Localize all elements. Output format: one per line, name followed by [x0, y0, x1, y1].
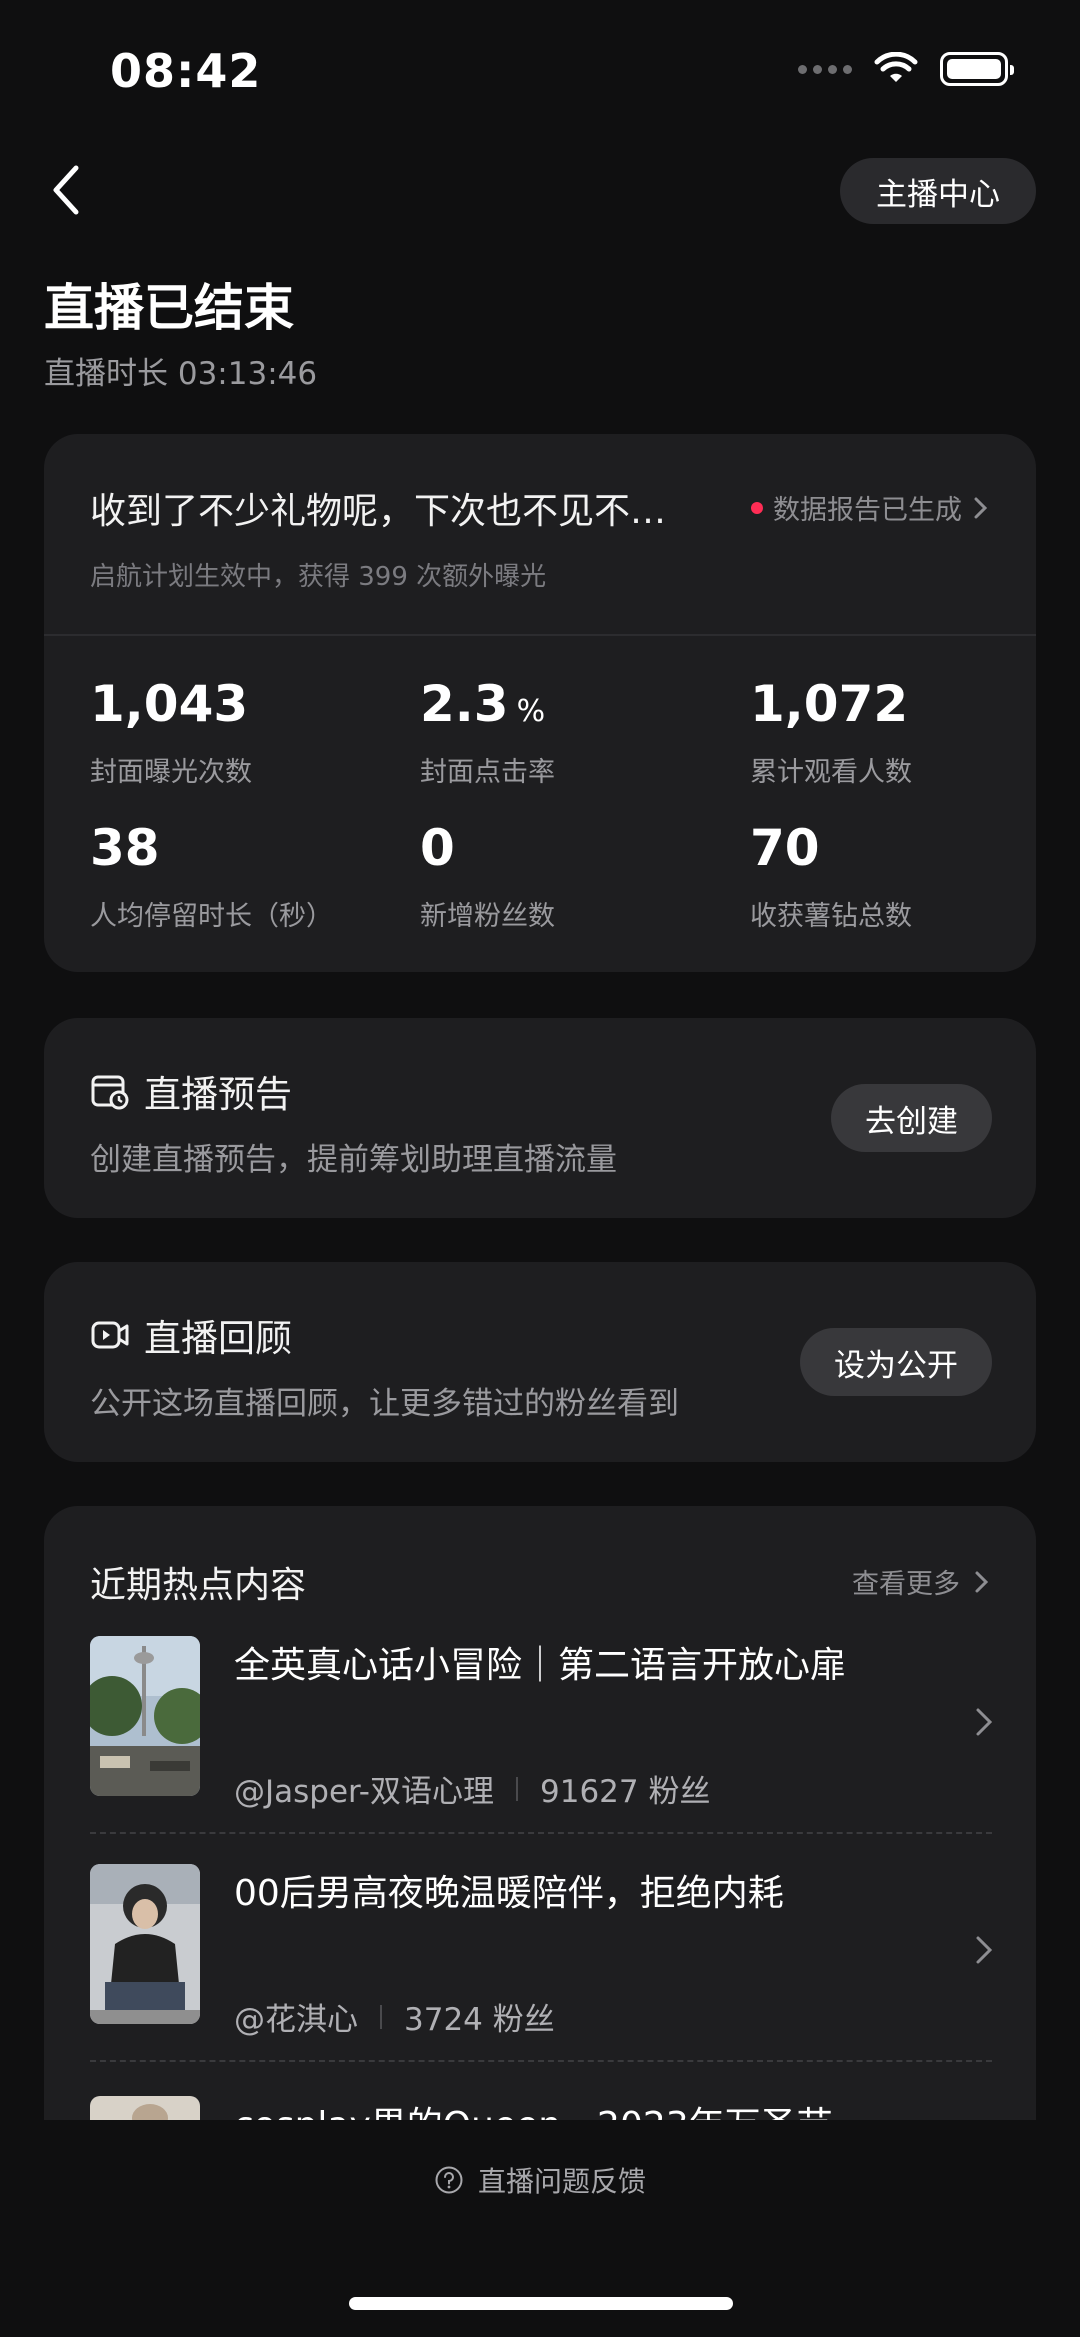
- metric-value: 1,072: [750, 675, 909, 733]
- metric-label: 新增粉丝数: [420, 901, 555, 932]
- stats-headline: 收到了不少礼物呢，下次也不见不…: [90, 491, 667, 532]
- hot-item-fans: 3724 粉丝: [404, 2002, 555, 2038]
- item-divider: [90, 1832, 992, 1834]
- metric-total-viewers: 1,072 累计观看人数: [750, 674, 1050, 789]
- data-report-label: 数据报告已生成: [773, 495, 962, 526]
- hot-content-item[interactable]: cosplay男的Queen，2023年万圣节一: [90, 2096, 990, 2120]
- chevron-right-icon: [976, 1708, 993, 1736]
- metric-value: 70: [750, 819, 820, 877]
- feedback-label: 直播问题反馈: [477, 2165, 646, 2198]
- question-circle-icon: [435, 2166, 463, 2194]
- metric-value: 1,043: [90, 675, 249, 733]
- metric-cover-ctr: 2.3% 封面点击率: [420, 674, 720, 789]
- view-more-link[interactable]: 查看更多: [852, 1562, 992, 1601]
- hot-item-title: cosplay男的Queen，2023年万圣节一: [234, 2096, 869, 2120]
- stats-card: 收到了不少礼物呢，下次也不见不… 数据报告已生成 启航计划生效中，获得 399 …: [44, 434, 1036, 972]
- hot-content-card: 近期热点内容 查看更多 全英真心话小冒险｜第二语言开放心扉 @Jasper-双语…: [44, 1506, 1036, 2120]
- back-button[interactable]: [44, 160, 88, 220]
- live-duration: 直播时长 03:13:46: [44, 356, 318, 392]
- cellular-signal-icon: [798, 64, 852, 74]
- metric-diamonds: 70 收获薯钻总数: [750, 818, 1050, 933]
- tower-thumbnail: [90, 1636, 200, 1796]
- screen: 08:42 主播中心 直播已结束 直播时长 03:13:46 收到了不少礼物呢，…: [0, 0, 1080, 2337]
- feedback-link[interactable]: 直播问题反馈: [0, 2160, 1080, 2200]
- metric-label: 封面点击率: [420, 757, 555, 788]
- divider: [44, 634, 1036, 636]
- chevron-right-icon: [976, 1936, 993, 1964]
- meta-separator: [380, 2004, 382, 2029]
- stats-subtext: 启航计划生效中，获得 399 次额外曝光: [90, 562, 547, 592]
- wifi-icon: [874, 52, 918, 82]
- hot-content-title: 近期热点内容: [90, 1565, 307, 1606]
- hot-item-title: 全英真心话小冒险｜第二语言开放心扉: [234, 1645, 847, 1686]
- metric-label: 收获薯钻总数: [750, 901, 912, 932]
- home-indicator[interactable]: [349, 2297, 733, 2310]
- portrait-thumbnail: [90, 1864, 200, 2024]
- chevron-right-icon: [974, 497, 988, 518]
- hot-item-title: 00后男高夜晚温暖陪伴，拒绝内耗: [234, 1873, 784, 1914]
- hot-item-author: @Jasper-双语心理: [234, 1774, 494, 1810]
- metric-unit: %: [516, 694, 546, 729]
- meta-separator: [516, 1776, 518, 1801]
- live-replay-title: 直播回顾: [144, 1317, 292, 1360]
- cosplay-thumbnail: [90, 2096, 200, 2120]
- live-replay-description: 公开这场直播回顾，让更多错过的粉丝看到: [90, 1386, 679, 1422]
- live-preview-card: 直播预告 创建直播预告，提前筹划助理直播流量 去创建: [44, 1018, 1036, 1218]
- metric-value: 38: [90, 819, 160, 877]
- set-public-button[interactable]: 设为公开: [800, 1328, 992, 1396]
- metric-avg-stay: 38 人均停留时长（秒）: [90, 818, 390, 933]
- data-report-link[interactable]: 数据报告已生成: [751, 488, 992, 527]
- create-preview-button[interactable]: 去创建: [831, 1084, 992, 1152]
- metric-value: 2.3: [420, 675, 509, 733]
- metric-label: 封面曝光次数: [90, 757, 252, 788]
- hot-item-fans: 91627 粉丝: [540, 1774, 711, 1810]
- metric-label: 累计观看人数: [750, 757, 912, 788]
- chevron-right-icon: [975, 1571, 989, 1592]
- live-replay-card: 直播回顾 公开这场直播回顾，让更多错过的粉丝看到 设为公开: [44, 1262, 1036, 1462]
- live-preview-title: 直播预告: [144, 1073, 292, 1116]
- view-more-label: 查看更多: [852, 1569, 960, 1600]
- video-replay-icon: [91, 1321, 129, 1349]
- battery-icon: [940, 52, 1014, 86]
- status-icons: [798, 52, 1014, 86]
- metric-cover-impressions: 1,043 封面曝光次数: [90, 674, 390, 789]
- calendar-clock-icon: [91, 1075, 129, 1110]
- hot-content-item[interactable]: 全英真心话小冒险｜第二语言开放心扉 @Jasper-双语心理 91627 粉丝: [90, 1636, 993, 1856]
- metric-new-fans: 0 新增粉丝数: [420, 818, 720, 933]
- hot-item-author: @花淇心: [234, 2002, 358, 2038]
- page-title: 直播已结束: [44, 279, 294, 337]
- anchor-center-button[interactable]: 主播中心: [840, 158, 1036, 224]
- red-dot-icon: [751, 501, 763, 514]
- metric-label: 人均停留时长（秒）: [90, 901, 333, 932]
- item-divider: [90, 2060, 992, 2062]
- hot-content-item[interactable]: 00后男高夜晚温暖陪伴，拒绝内耗 @花淇心 3724 粉丝: [90, 1864, 993, 2084]
- metric-value: 0: [420, 819, 455, 877]
- status-time: 08:42: [110, 44, 262, 98]
- live-preview-description: 创建直播预告，提前筹划助理直播流量: [90, 1142, 617, 1178]
